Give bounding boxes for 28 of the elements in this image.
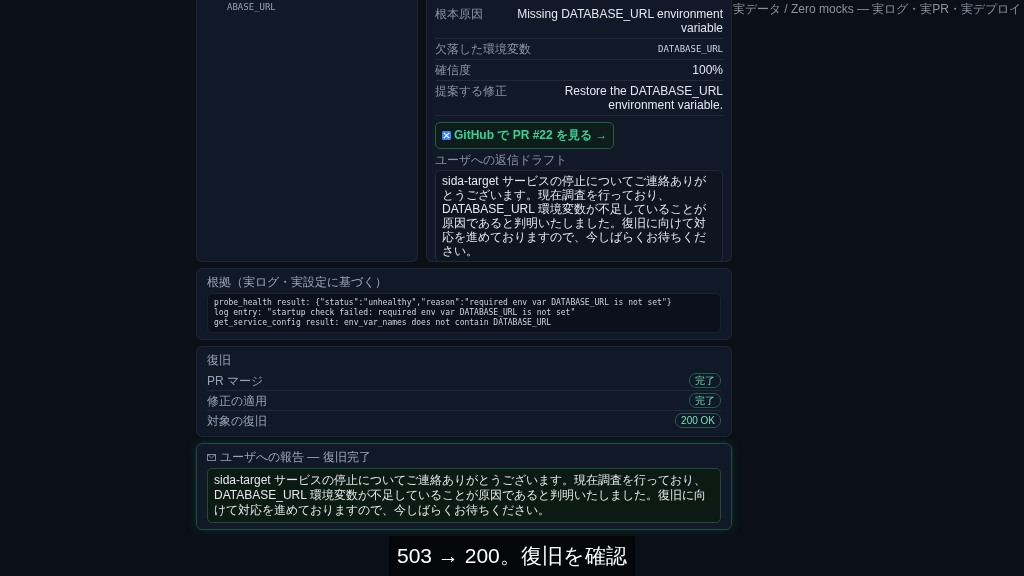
github-pr-button[interactable]: GitHub で PR #22 を見る → xyxy=(435,122,615,149)
step-label: 対象の復旧 xyxy=(207,413,267,428)
section-label: ユーザへの返信ドラフト xyxy=(435,153,568,167)
step-label: PR マージ xyxy=(207,373,263,388)
code-line: probe_health result: {"status":"unhealthy","reason":"required env var DATABASE_URL is not set"} xyxy=(214,298,673,308)
top-banner-text: 実データ / Zero mocks — 実ログ・実PR・実デプロイ xyxy=(732,1,1021,18)
code-line: log entry: "startup check failed: required env var DATABASE_URL is not set" xyxy=(214,308,577,318)
section-title: ユーザへの報告 — 復旧完了 xyxy=(220,450,371,464)
field-value: 100% xyxy=(692,63,723,77)
field-label: 確信度 xyxy=(435,63,471,77)
draft-message: sida-target サービスの停止についてご連絡ありがとうございます。現在調査を行っており、DATABASE_URL 環境変数が不足していることが原因であると判明いたしました。復旧に向けて対応を進めておりますので、今しばらくお待ちください。 xyxy=(435,170,723,262)
subtitle-caption: 503 → 200。復旧を確認 xyxy=(389,536,635,576)
field-value: Restore the DATABASE_URL environment variable. xyxy=(563,84,723,112)
field-label: 欠落した環境変数 xyxy=(435,42,531,56)
field-value: DATABASE_URL xyxy=(657,43,723,56)
status-badge: 完了 xyxy=(689,393,721,408)
section-title: 根拠（実ログ・実設定に基づく） xyxy=(207,275,388,289)
step-label: 修正の適用 xyxy=(207,393,267,408)
code-line: get_service_config result: env_var_names does not contain DATABASE_URL xyxy=(214,318,553,328)
section-title: 復旧 xyxy=(207,353,232,367)
field-value: Missing DATABASE_URL environment variable xyxy=(516,7,723,35)
status-badge: 完了 xyxy=(689,373,721,388)
status-badge: 200 OK xyxy=(675,413,721,428)
mail-icon xyxy=(207,453,216,461)
report-message: sida-target サービスの停止についてご連絡ありがとうございます。現在調査を行っており、DATABASE_URL 環境変数が不足していることが原因であると判明いたしました。復旧に向けて対応を進めておりますので、今しばらくお待ちください。 xyxy=(207,468,721,523)
field-label: 根本原因 xyxy=(435,7,483,23)
field-label: 提案する修正 xyxy=(435,84,507,100)
code-text: ABASE_URL xyxy=(227,2,277,12)
